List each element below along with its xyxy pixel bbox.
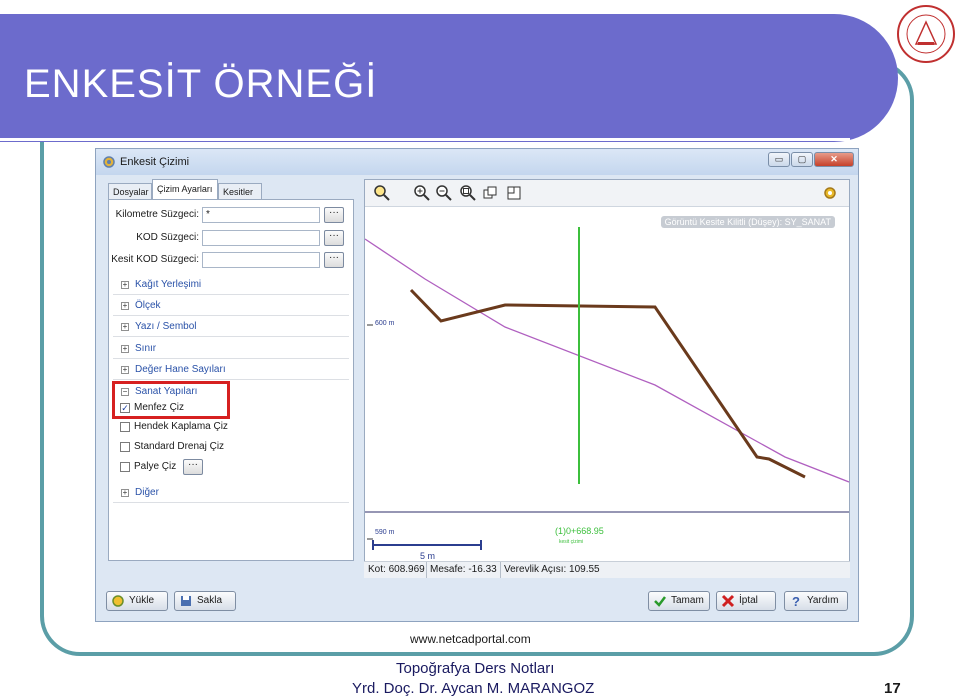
scale-label: 5 m: [420, 551, 435, 561]
filter-label-kilometre: Kilometre Süzgeci:: [115, 209, 199, 220]
group-olcek[interactable]: + Ölçek: [113, 299, 349, 316]
status-separator: [500, 562, 501, 578]
ground-profile-line: [409, 288, 806, 479]
page-number: 17: [884, 680, 901, 697]
slide-title: ENKESİT ÖRNEĞİ: [24, 62, 378, 106]
copy-icon[interactable]: [481, 184, 499, 202]
yukle-label: Yükle: [129, 595, 155, 606]
tab-cizim-ayarlari[interactable]: Çizim Ayarları: [152, 179, 218, 199]
svg-text:?: ?: [792, 594, 800, 608]
group-diger[interactable]: + Diğer: [113, 486, 349, 503]
cancel-x-icon: [721, 594, 735, 608]
group-label: Sınır: [135, 343, 157, 354]
yardim-button[interactable]: ? Yardım: [784, 591, 848, 611]
status-separator: [426, 562, 427, 578]
sakla-button[interactable]: Sakla: [174, 591, 236, 611]
group-label: Diğer: [135, 487, 159, 498]
elev-bottom-label: 590 m: [375, 529, 395, 536]
maximize-button[interactable]: ▢: [791, 152, 813, 167]
fit-icon[interactable]: [505, 184, 523, 202]
status-mesafe: Mesafe: -16.33: [430, 564, 497, 575]
group-label: Ölçek: [135, 300, 161, 311]
hendek-checkbox[interactable]: [120, 422, 130, 432]
drenaj-label: Standard Drenaj Çiz: [134, 441, 225, 452]
kesit-kod-filter-input[interactable]: [202, 252, 320, 268]
settings-gear-icon[interactable]: [821, 184, 839, 202]
app-icon: [103, 156, 115, 168]
check-icon: [654, 596, 666, 607]
expand-icon[interactable]: +: [121, 366, 129, 374]
status-bar: Kot: 608.969 Mesafe: -16.33 Verevlik Açı…: [364, 561, 850, 578]
expand-icon[interactable]: +: [121, 345, 129, 353]
university-logo-icon: [897, 5, 955, 63]
zoom-in-icon[interactable]: [413, 184, 431, 202]
footer-course: Topoğrafya Ders Notları: [396, 660, 555, 677]
window-titlebar[interactable]: Enkesit Çizimi ▭ ▢ ✕: [96, 149, 858, 175]
expand-icon[interactable]: +: [121, 489, 129, 497]
tamam-label: Tamam: [671, 595, 704, 606]
drenaj-checkbox[interactable]: [120, 442, 130, 452]
filter-label-kod: KOD Süzgeci:: [136, 232, 199, 243]
enkesit-window: Enkesit Çizimi ▭ ▢ ✕ Dosyalar Çizim Ayar…: [95, 148, 859, 622]
expand-icon[interactable]: +: [121, 281, 129, 289]
tab-kesitler[interactable]: Kesitler: [218, 183, 262, 199]
header-divider: [0, 138, 850, 141]
section-viewer: Görüntü Kesite Kilitli (Düşey): SY_SANAT…: [364, 179, 850, 577]
expand-icon[interactable]: +: [121, 323, 129, 331]
cross-section-canvas[interactable]: 600 m 590 m (1)0+668.95 kesit çizimi 5 m: [365, 207, 849, 577]
window-title: Enkesit Çizimi: [120, 156, 190, 168]
iptal-label: İptal: [739, 595, 758, 606]
viewer-toolbar: [365, 180, 849, 207]
zoom-out-icon[interactable]: [435, 184, 453, 202]
group-label: Değer Hane Sayıları: [135, 364, 226, 375]
design-grade-line: [365, 238, 849, 483]
group-label: Yazı / Sembol: [135, 321, 197, 332]
group-yazi-sembol[interactable]: + Yazı / Sembol: [113, 320, 349, 337]
footer-author: Yrd. Doç. Dr. Aycan M. MARANGOZ: [352, 680, 595, 697]
palye-checkbox[interactable]: [120, 462, 130, 472]
group-kagit-yerlesimi[interactable]: + Kağıt Yerleşimi: [113, 278, 349, 295]
sakla-label: Sakla: [197, 595, 223, 606]
tamam-button[interactable]: Tamam: [648, 591, 710, 611]
close-button[interactable]: ✕: [814, 152, 854, 167]
palye-label: Palye Çiz: [134, 461, 177, 472]
elev-top-label: 600 m: [375, 320, 395, 327]
hendek-label: Hendek Kaplama Çiz: [134, 421, 228, 432]
kilometre-browse-button[interactable]: ···: [324, 207, 344, 223]
status-verevlik: Verevlik Açısı: 109.55: [504, 564, 600, 575]
group-deger-hane-sayilari[interactable]: + Değer Hane Sayıları: [113, 363, 349, 380]
zoom-window-icon[interactable]: [459, 184, 477, 202]
station-label: (1)0+668.95: [555, 526, 604, 536]
filter-label-kesit-kod: Kesit KOD Süzgeci:: [111, 254, 199, 265]
minimize-button[interactable]: ▭: [768, 152, 790, 167]
highlight-box: [112, 381, 230, 419]
kod-filter-input[interactable]: [202, 230, 320, 246]
settings-panel: Kilometre Süzgeci: * ··· KOD Süzgeci: ··…: [108, 199, 354, 561]
palye-browse-button[interactable]: ···: [183, 459, 203, 475]
help-icon: ?: [792, 594, 800, 608]
yardim-label: Yardım: [807, 595, 839, 606]
status-kot: Kot: 608.969: [368, 564, 425, 575]
source-url: www.netcadportal.com: [410, 632, 531, 646]
group-label: Kağıt Yerleşimi: [135, 279, 202, 290]
tab-dosyalar[interactable]: Dosyalar: [108, 183, 152, 199]
zoom-select-icon[interactable]: [373, 184, 391, 202]
kod-browse-button[interactable]: ···: [324, 230, 344, 246]
station-sub-label: kesit çizimi: [559, 539, 583, 545]
slide-header: ENKESİT ÖRNEĞİ: [0, 14, 898, 142]
kilometre-filter-input[interactable]: *: [202, 207, 320, 223]
save-icon: [181, 596, 191, 606]
yukle-button[interactable]: Yükle: [106, 591, 168, 611]
load-icon: [112, 595, 124, 607]
expand-icon[interactable]: +: [121, 302, 129, 310]
kesit-kod-browse-button[interactable]: ···: [324, 252, 344, 268]
iptal-button[interactable]: İptal: [716, 591, 776, 611]
group-sinir[interactable]: + Sınır: [113, 342, 349, 359]
